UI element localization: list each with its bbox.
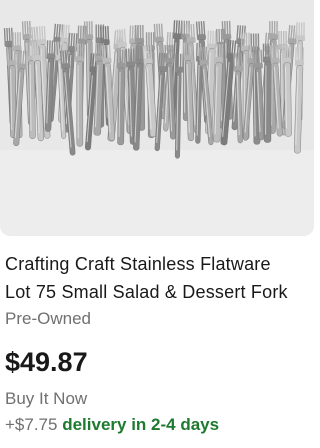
delivery-estimate: delivery in 2-4 days — [62, 415, 220, 434]
condition-label: Pre-Owned — [5, 309, 91, 328]
buy-format-label: Buy It Now — [5, 389, 88, 408]
listing-title-line-2[interactable]: Lot 75 Small Salad & Dessert Fork — [5, 281, 288, 303]
fork-bundle-photo — [0, 0, 314, 159]
price: $49.87 — [5, 347, 88, 377]
shipping-info: +$7.75 delivery in 2-4 days — [5, 414, 219, 436]
listing-image[interactable] — [0, 0, 314, 236]
listing-title-line-1[interactable]: Crafting Craft Stainless Flatware — [5, 253, 271, 275]
shipping-cost: +$7.75 — [5, 415, 58, 434]
listing-card[interactable]: Crafting Craft Stainless Flatware Lot 75… — [0, 0, 314, 448]
